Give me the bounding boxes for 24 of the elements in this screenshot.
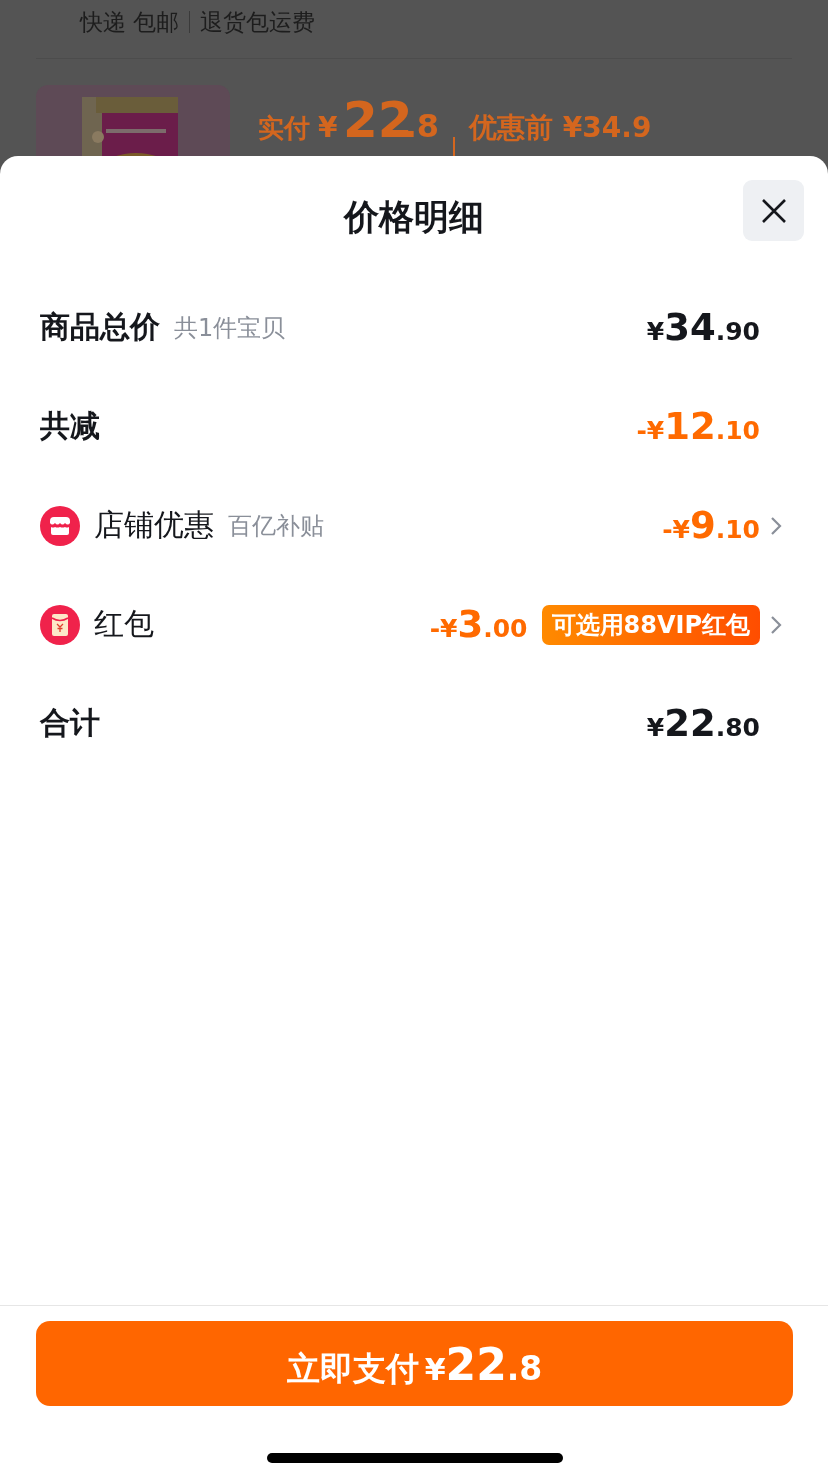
row-label: 店铺优惠 [94, 506, 214, 544]
close-button[interactable] [743, 180, 804, 241]
close-icon [759, 196, 788, 225]
sheet-title: 价格明细 [344, 195, 484, 239]
paid-label: 实付 [258, 112, 310, 145]
row-label: 红包 [94, 605, 154, 643]
row-note: 百亿补贴 [228, 510, 324, 542]
paid-price: ¥22.8 [318, 91, 440, 149]
price-amount: -¥3.00 [429, 603, 528, 646]
pay-now-button[interactable]: 立即支付 ¥22.8 [36, 1321, 793, 1407]
row-label: 商品总价 [40, 308, 160, 346]
vip-coupon-tag[interactable]: 可选用88VIP红包 [541, 604, 760, 645]
store-icon [40, 505, 80, 546]
price-amount: -¥12.10 [636, 405, 760, 448]
original-price-text: 优惠前 ¥34.9 [469, 110, 652, 146]
chevron-right-icon[interactable] [770, 614, 782, 635]
row-label: 合计 [40, 704, 100, 742]
envelope-icon [40, 604, 80, 645]
chevron-right-icon[interactable] [770, 515, 782, 536]
row-label: 共减 [40, 407, 100, 445]
row-note: 共1件宝贝 [174, 312, 286, 344]
price-amount: -¥9.10 [662, 504, 760, 547]
price-amount: ¥34.90 [646, 306, 760, 349]
price-amount: ¥22.80 [646, 702, 760, 745]
